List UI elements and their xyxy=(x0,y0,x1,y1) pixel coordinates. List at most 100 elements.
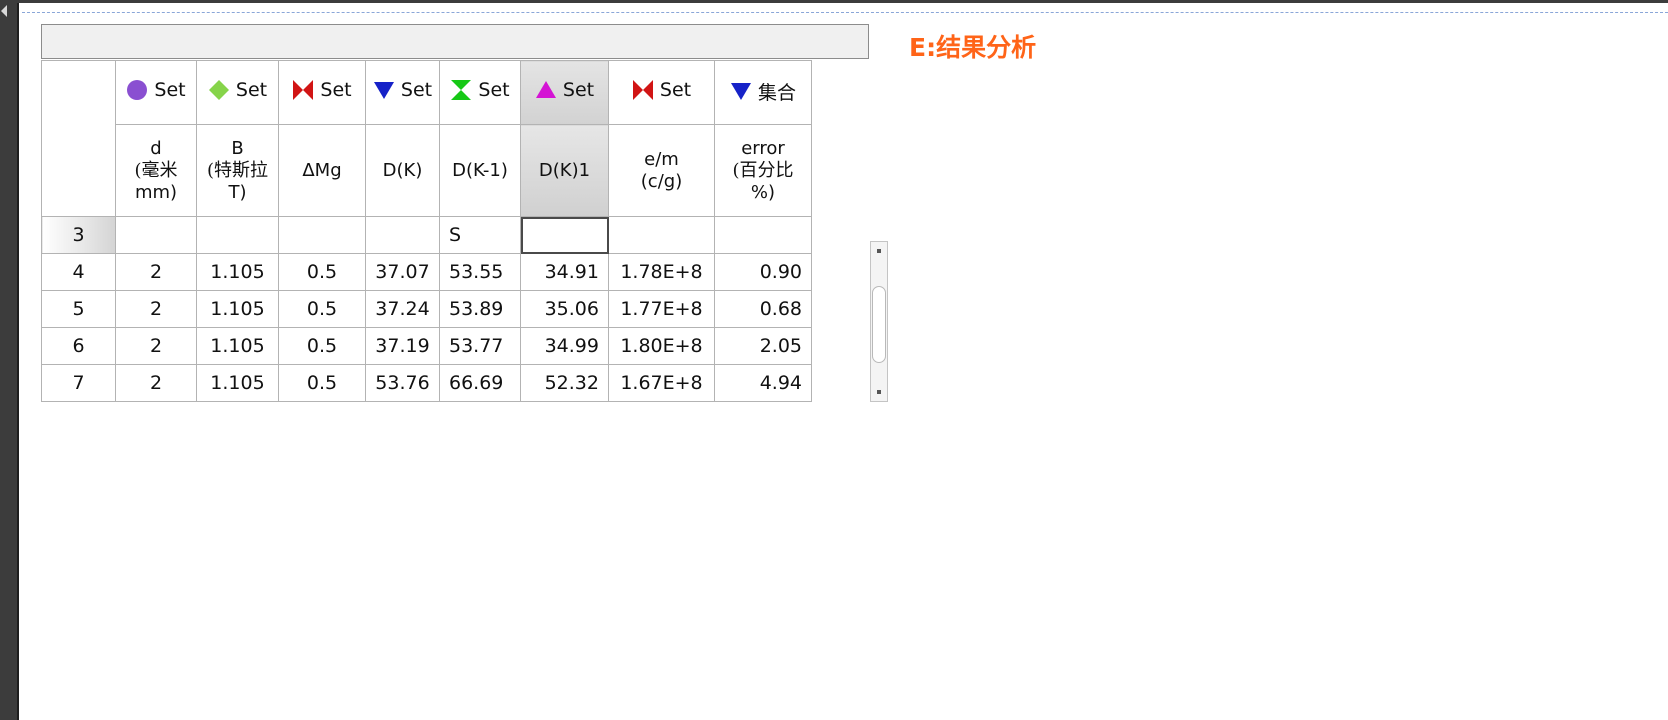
set-header-mg[interactable]: Set xyxy=(278,60,366,125)
triangle-down-icon xyxy=(730,83,751,101)
column-label-line: (c/g) xyxy=(640,170,683,192)
column-label-line: (百分比 xyxy=(732,159,794,181)
cell-dk1[interactable]: 53.77 xyxy=(439,327,521,365)
set-label: Set xyxy=(400,79,433,101)
set-header-error[interactable]: 集合 xyxy=(714,60,812,125)
column-label-line: D(K-1) xyxy=(452,159,508,181)
cell-d[interactable]: 2 xyxy=(115,253,197,291)
row-number[interactable]: 3 xyxy=(41,216,116,254)
column-label-line: D(K)1 xyxy=(538,159,591,181)
cell-b[interactable]: 1.105 xyxy=(196,327,279,365)
set-label: Set xyxy=(478,79,510,101)
cell-em[interactable]: 1.78E+8 xyxy=(608,253,715,291)
cell-em[interactable]: 1.80E+8 xyxy=(608,327,715,365)
column-header-dk[interactable]: D(K) xyxy=(365,124,440,217)
data-table: Set Set Set Set Set Set Set 集合 d (毫米 mm)… xyxy=(41,60,812,402)
grid-title-bar[interactable] xyxy=(41,24,869,59)
set-header-dk[interactable]: Set xyxy=(365,60,440,125)
cell-dk[interactable]: 37.19 xyxy=(365,327,440,365)
row-number[interactable]: 6 xyxy=(41,327,116,365)
cell-em[interactable]: 1.77E+8 xyxy=(608,290,715,328)
triangle-up-icon xyxy=(535,81,556,98)
cell-dk-one[interactable]: 34.91 xyxy=(520,253,609,291)
section-title: E:结果分析 xyxy=(909,33,1037,62)
column-label-row: d (毫米 mm) B (特斯拉 T) ΔMg D(K) D(K-1) D(K)… xyxy=(42,124,812,217)
set-header-b[interactable]: Set xyxy=(196,60,279,125)
hourglass-icon xyxy=(451,80,472,100)
column-header-d[interactable]: d (毫米 mm) xyxy=(115,124,197,217)
set-label: Set xyxy=(562,79,595,101)
column-header-dk1[interactable]: D(K-1) xyxy=(439,124,521,217)
column-label-line: B xyxy=(231,137,244,159)
set-label: Set xyxy=(235,79,268,101)
cell-b[interactable]: 1.105 xyxy=(196,253,279,291)
cell-d[interactable]: 2 xyxy=(115,364,197,402)
cell-error[interactable] xyxy=(714,216,812,254)
cell-b[interactable]: 1.105 xyxy=(196,290,279,328)
cell-dk[interactable]: 37.07 xyxy=(365,253,440,291)
cell-b[interactable]: 1.105 xyxy=(196,364,279,402)
table-row: 6 2 1.105 0.5 37.19 53.77 34.99 1.80E+8 … xyxy=(41,327,812,365)
set-header-dk-one[interactable]: Set xyxy=(520,60,609,125)
cell-d[interactable]: 2 xyxy=(115,290,197,328)
cell-mg[interactable]: 0.5 xyxy=(278,290,366,328)
set-header-em[interactable]: Set xyxy=(608,60,715,125)
cell-error[interactable]: 2.05 xyxy=(714,327,812,365)
cell-dk1[interactable]: S xyxy=(439,216,521,254)
column-label-line: d xyxy=(150,137,162,159)
row-number[interactable]: 4 xyxy=(41,253,116,291)
cell-em[interactable] xyxy=(608,216,715,254)
column-label-line: (特斯拉 xyxy=(206,159,269,181)
set-label: Set xyxy=(154,79,186,101)
bowtie-icon xyxy=(632,80,653,100)
column-header-dk-one[interactable]: D(K)1 xyxy=(520,124,609,217)
cell-dk1[interactable]: 66.69 xyxy=(439,364,521,402)
table-row: 7 2 1.105 0.5 53.76 66.69 52.32 1.67E+8 … xyxy=(41,364,812,402)
cell-mg[interactable]: 0.5 xyxy=(278,327,366,365)
cell-error[interactable]: 4.94 xyxy=(714,364,812,402)
cell-em[interactable]: 1.67E+8 xyxy=(608,364,715,402)
bowtie-icon xyxy=(293,80,314,100)
row-number[interactable]: 7 xyxy=(41,364,116,402)
vertical-scrollbar[interactable] xyxy=(870,241,888,402)
column-label-line: T) xyxy=(228,181,247,203)
row-number[interactable]: 5 xyxy=(41,290,116,328)
scroll-up-button[interactable] xyxy=(871,242,887,260)
column-header-mg[interactable]: ΔMg xyxy=(278,124,366,217)
cell-mg[interactable]: 0.5 xyxy=(278,253,366,291)
set-header-d[interactable]: Set xyxy=(115,60,197,125)
cell-error[interactable]: 0.90 xyxy=(714,253,812,291)
column-label-line: e/m xyxy=(644,148,679,170)
cell-dk[interactable] xyxy=(365,216,440,254)
cell-error[interactable]: 0.68 xyxy=(714,290,812,328)
cell-dk1[interactable]: 53.55 xyxy=(439,253,521,291)
scroll-down-button[interactable] xyxy=(871,383,887,401)
cell-d[interactable]: 2 xyxy=(115,327,197,365)
cell-dk[interactable]: 53.76 xyxy=(365,364,440,402)
cell-dk-one[interactable]: 35.06 xyxy=(520,290,609,328)
cell-dk1[interactable]: 53.89 xyxy=(439,290,521,328)
table-row: 5 2 1.105 0.5 37.24 53.89 35.06 1.77E+8 … xyxy=(41,290,812,328)
scroll-thumb[interactable] xyxy=(872,286,886,363)
cell-mg[interactable]: 0.5 xyxy=(278,364,366,402)
column-header-em[interactable]: e/m (c/g) xyxy=(608,124,715,217)
diamond-icon xyxy=(208,80,229,100)
column-label-line: mm) xyxy=(134,181,178,203)
cell-d[interactable] xyxy=(115,216,197,254)
column-header-error[interactable]: error (百分比 %) xyxy=(714,124,812,217)
set-header-row: Set Set Set Set Set Set Set 集合 xyxy=(41,60,812,217)
cell-dk-one[interactable]: 34.99 xyxy=(520,327,609,365)
column-label-line: error xyxy=(741,137,785,159)
collapse-arrow-icon[interactable] xyxy=(0,4,8,18)
cell-mg[interactable] xyxy=(278,216,366,254)
column-label-line: %) xyxy=(750,181,776,203)
page-margin-guide xyxy=(22,12,1668,13)
column-header-b[interactable]: B (特斯拉 T) xyxy=(196,124,279,217)
set-header-dk1[interactable]: Set xyxy=(439,60,521,125)
cell-b[interactable] xyxy=(196,216,279,254)
cell-dk[interactable]: 37.24 xyxy=(365,290,440,328)
cell-dk-one[interactable]: 52.32 xyxy=(520,364,609,402)
corner-cell[interactable] xyxy=(41,60,116,217)
active-cell-dk-one[interactable] xyxy=(520,216,609,254)
table-row: 3 S xyxy=(41,216,812,254)
